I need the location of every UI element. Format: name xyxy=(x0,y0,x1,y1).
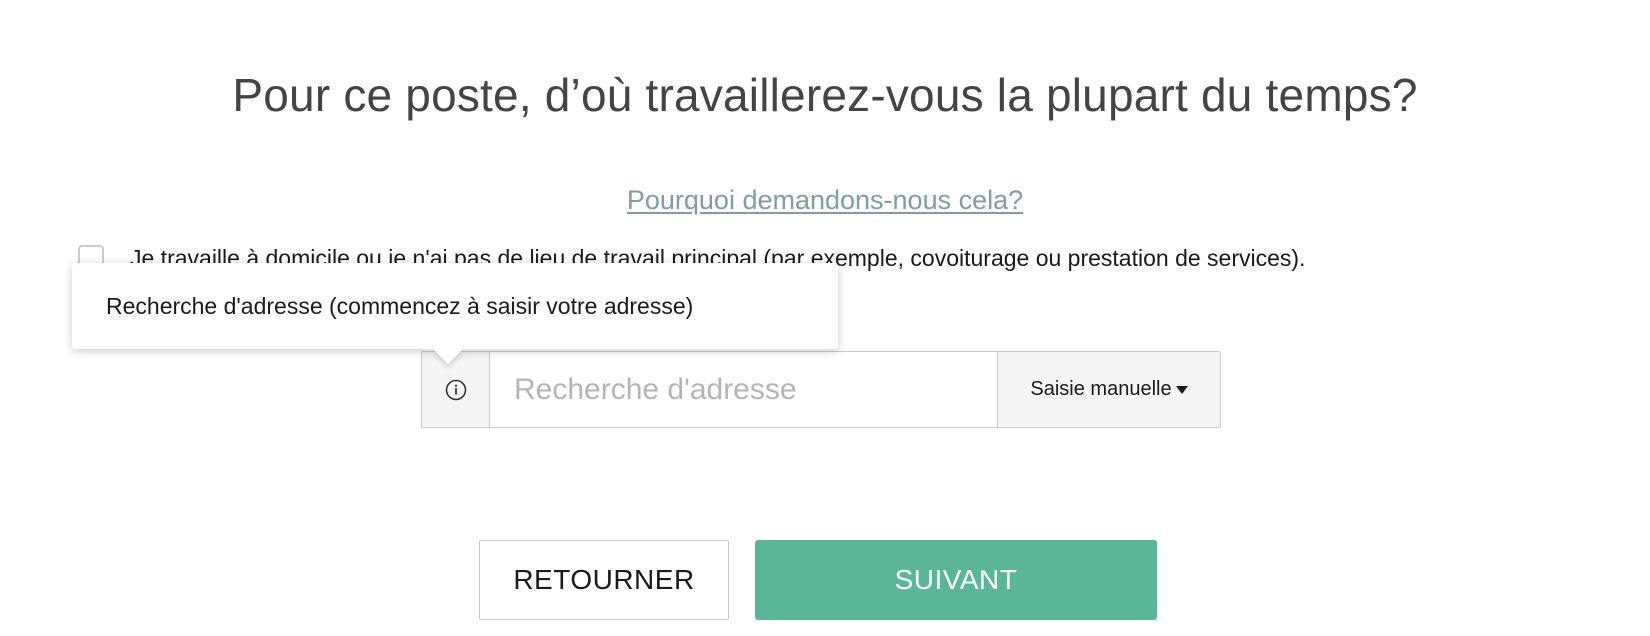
page-title: Pour ce poste, d’où travaillerez-vous la… xyxy=(232,69,1418,121)
manual-entry-label: Saisie manuelle xyxy=(1030,378,1172,400)
manual-entry-button[interactable]: Saisie manuelle xyxy=(997,352,1220,427)
location-step-page: Pour ce poste, d’où travaillerez-vous la… xyxy=(0,0,1650,636)
address-search-input[interactable] xyxy=(490,352,997,427)
next-button[interactable]: SUIVANT xyxy=(755,540,1157,620)
address-search-tooltip: Recherche d'adresse (commencez à saisir … xyxy=(72,263,838,365)
back-button[interactable]: RETOURNER xyxy=(479,540,729,620)
info-circle-icon[interactable] xyxy=(445,379,467,401)
tooltip-text: Recherche d'adresse (commencez à saisir … xyxy=(106,292,694,319)
why-we-ask-link[interactable]: Pourquoi demandons-nous cela? xyxy=(0,185,1650,216)
address-info-addon[interactable] xyxy=(422,352,490,427)
caret-down-icon xyxy=(1175,386,1188,394)
address-search-group: Saisie manuelle xyxy=(421,351,1221,428)
